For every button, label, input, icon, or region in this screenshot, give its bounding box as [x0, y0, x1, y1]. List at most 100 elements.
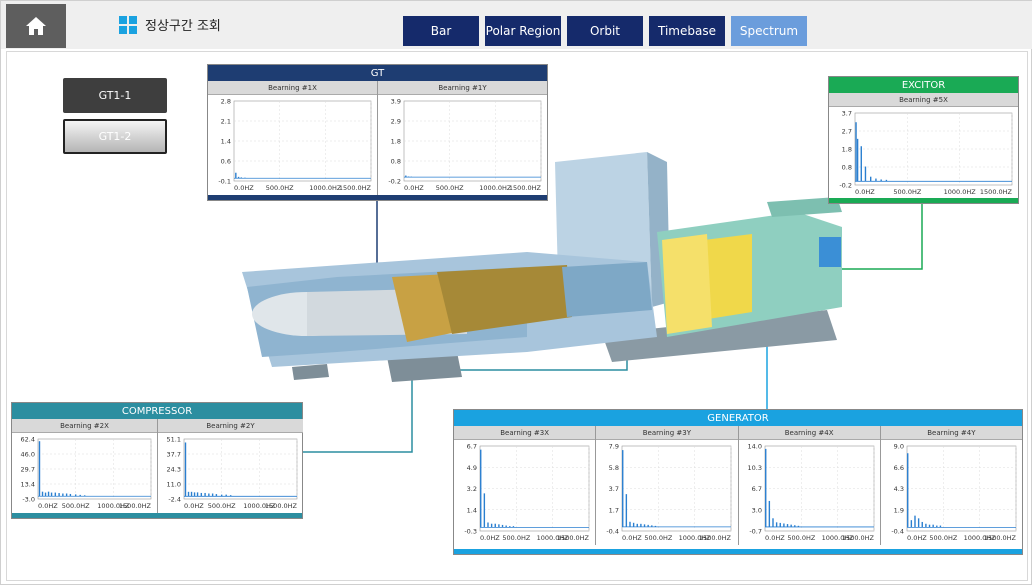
y-tick-label: 7.9 — [609, 443, 619, 451]
generator-panel-header: GENERATOR — [454, 410, 1022, 426]
y-tick-label: -0.2 — [839, 182, 852, 190]
y-tick-label: -0.4 — [607, 528, 620, 536]
y-tick-label: 3.0 — [751, 506, 761, 514]
y-tick-label: -0.1 — [218, 178, 231, 186]
x-tick-label: 1500.0HZ — [509, 184, 542, 192]
y-tick-label: 29.7 — [21, 466, 35, 474]
generator-cell-4x: Bearning #4X 14.0 10.3 6.7 3.0 -0.7 0.0HZ 500.… — [738, 426, 881, 545]
chart-title: Bearning #1Y — [378, 81, 547, 95]
y-tick-label: 3.2 — [467, 485, 477, 493]
x-tick-label: 0.0HZ — [234, 184, 254, 192]
y-tick-label: 0.8 — [842, 164, 852, 172]
x-tick-label: 1500.0HZ — [339, 184, 372, 192]
x-tick-label: 500.0HZ — [787, 534, 815, 542]
exciter-chart-row: Bearning #5X 3.7 2.7 1.8 0.8 -0.2 0.0HZ 500.0H… — [829, 93, 1018, 199]
y-tick-label: 3.7 — [609, 485, 619, 493]
exciter-panel: EXCITOR Bearning #5X 3.7 2.7 1.8 0.8 -0.2 0.0… — [828, 76, 1019, 204]
y-tick-label: 9.0 — [893, 443, 903, 451]
tab-bar[interactable]: Bar — [403, 16, 479, 46]
y-tick-label: 5.8 — [609, 464, 619, 472]
chart-title: Bearning #1X — [208, 81, 377, 95]
x-tick-label: 0.0HZ — [184, 502, 204, 510]
x-tick-label: 500.0HZ — [502, 534, 530, 542]
y-tick-label: 13.4 — [21, 481, 35, 489]
y-tick-label: 1.4 — [221, 138, 231, 146]
generator-cell-3x: Bearning #3X 6.7 4.9 3.2 1.4 -0.3 0.0HZ 500.0H… — [454, 426, 597, 545]
view-tabs: Bar Polar Region Orbit Timebase Spectrum — [403, 16, 807, 46]
x-tick-label: 0.0HZ — [404, 184, 424, 192]
chart-title: Bearning #2Y — [158, 419, 303, 433]
exciter-panel-header: EXCITOR — [829, 77, 1018, 93]
chart-title: Bearning #5X — [829, 93, 1018, 107]
x-tick-label: 500.0HZ — [645, 534, 673, 542]
page-title-group: 정상구간 조회 — [119, 15, 221, 34]
tab-spectrum[interactable]: Spectrum — [731, 16, 807, 46]
generator-panel: GENERATOR Bearning #3X 6.7 4.9 3.2 1.4 -0.3 0… — [453, 409, 1023, 555]
y-tick-label: 4.3 — [893, 485, 903, 493]
y-tick-label: 0.6 — [221, 158, 231, 166]
y-tick-label: -0.2 — [388, 178, 401, 186]
x-tick-label: 0.0HZ — [765, 534, 785, 542]
x-tick-label: 1500.0HZ — [984, 534, 1017, 542]
gt-cell-1y: Bearning #1Y 3.9 2.9 1.8 0.8 -0.2 0.0HZ 500.0H… — [378, 81, 547, 195]
exciter-connector-line — [835, 202, 923, 270]
compressor-cell-2x: Bearning #2X 62.4 46.0 29.7 13.4 -3.0 0.0HZ 50… — [12, 419, 158, 513]
y-tick-label: 1.4 — [467, 506, 477, 514]
y-tick-label: 1.9 — [893, 506, 903, 514]
windows-grid-icon — [119, 15, 137, 34]
y-tick-label: 4.9 — [467, 464, 477, 472]
y-tick-label: 2.8 — [221, 98, 231, 106]
x-tick-label: 500.0HZ — [62, 502, 90, 510]
exciter-cell-5x: Bearning #5X 3.7 2.7 1.8 0.8 -0.2 0.0HZ 500.0H… — [829, 93, 1018, 199]
y-tick-label: 6.7 — [751, 485, 761, 493]
spectrum-chart-bearing-2y: 51.137.724.311.0-2.40.0HZ 500.0HZ 1000.0HZ… — [167, 436, 298, 511]
x-tick-label: 500.0HZ — [436, 184, 464, 192]
gt-panel-footer — [208, 195, 547, 200]
chart-title: Bearning #3X — [454, 426, 596, 440]
y-tick-label: -0.7 — [749, 528, 762, 536]
y-tick-label: 6.6 — [893, 464, 903, 472]
y-tick-label: 14.0 — [747, 443, 761, 451]
compressor-chart-row: Bearning #2X 62.4 46.0 29.7 13.4 -3.0 0.0HZ 50… — [12, 419, 303, 513]
spectrum-chart-bearing-3y: 7.95.83.71.7-0.40.0HZ 500.0HZ 1000.0HZ1500… — [607, 443, 732, 543]
x-tick-label: 1500.0HZ — [980, 188, 1013, 196]
compressor-panel-header: COMPRESSOR — [12, 403, 302, 419]
x-tick-label: 0.0HZ — [907, 534, 927, 542]
spectrum-chart-bearing-1y: 3.9 2.9 1.8 0.8 -0.20.0HZ 500.0HZ 1000.0HZ1500… — [388, 98, 542, 193]
x-tick-label: 0.0HZ — [480, 534, 500, 542]
gt-chart-row: Bearning #1X 2.8 2.1 1.4 0.6 -0.1 0.0HZ 500.0H… — [208, 81, 547, 195]
y-tick-label: 11.0 — [167, 481, 181, 489]
exciter-panel-footer — [829, 198, 1018, 203]
x-tick-label: 500.0HZ — [266, 184, 294, 192]
y-tick-label: 2.7 — [842, 128, 852, 136]
x-tick-label: 1000.0HZ — [309, 184, 342, 192]
x-tick-label: 0.0HZ — [622, 534, 642, 542]
y-tick-label: 1.8 — [842, 146, 852, 154]
y-tick-label: 6.7 — [467, 443, 477, 451]
x-tick-label: 0.0HZ — [38, 502, 58, 510]
gt-panel: GT Bearning #1X 2.8 2.1 1.4 0.6 -0.1 0.0HZ 500… — [207, 64, 548, 201]
tab-orbit[interactable]: Orbit — [567, 16, 643, 46]
tab-timebase[interactable]: Timebase — [649, 16, 725, 46]
y-tick-label: 37.7 — [167, 451, 181, 459]
x-tick-label: 1000.0HZ — [479, 184, 512, 192]
y-tick-label: -2.4 — [168, 496, 181, 504]
page-title: 정상구간 조회 — [145, 19, 221, 34]
home-button[interactable] — [6, 4, 66, 48]
compressor-panel-footer — [12, 513, 302, 518]
chart-title: Bearning #4X — [738, 426, 880, 440]
x-tick-label: 1500.0HZ — [557, 534, 590, 542]
spectrum-chart-bearing-3x: 6.74.93.21.4-0.30.0HZ 500.0HZ 1000.0HZ1500… — [464, 443, 590, 543]
x-tick-label: 1500.0HZ — [119, 502, 152, 510]
gt-cell-1x: Bearning #1X 2.8 2.1 1.4 0.6 -0.1 0.0HZ 500.0H… — [208, 81, 378, 195]
app-window: 정상구간 조회 Bar Polar Region Orbit Timebase … — [0, 0, 1032, 585]
compressor-panel: COMPRESSOR Bearning #2X 62.4 46.0 29.7 13.4… — [11, 402, 303, 519]
chart-title: Bearning #4Y — [880, 426, 1022, 440]
generator-cell-4y: Bearning #4Y 9.0 6.6 4.3 1.9 -0.4 0.0HZ 500.0H… — [880, 426, 1022, 545]
x-tick-label: 500.0HZ — [208, 502, 236, 510]
generator-chart-row: Bearning #3X 6.7 4.9 3.2 1.4 -0.3 0.0HZ 500.0H… — [454, 426, 1022, 545]
x-tick-label: 1500.0HZ — [841, 534, 874, 542]
spectrum-chart-bearing-4x: 14.010.36.73.0-0.70.0HZ 500.0HZ 1000.0HZ15… — [747, 443, 874, 543]
chart-title: Bearning #2X — [12, 419, 157, 433]
tab-polar-region[interactable]: Polar Region — [485, 16, 561, 46]
